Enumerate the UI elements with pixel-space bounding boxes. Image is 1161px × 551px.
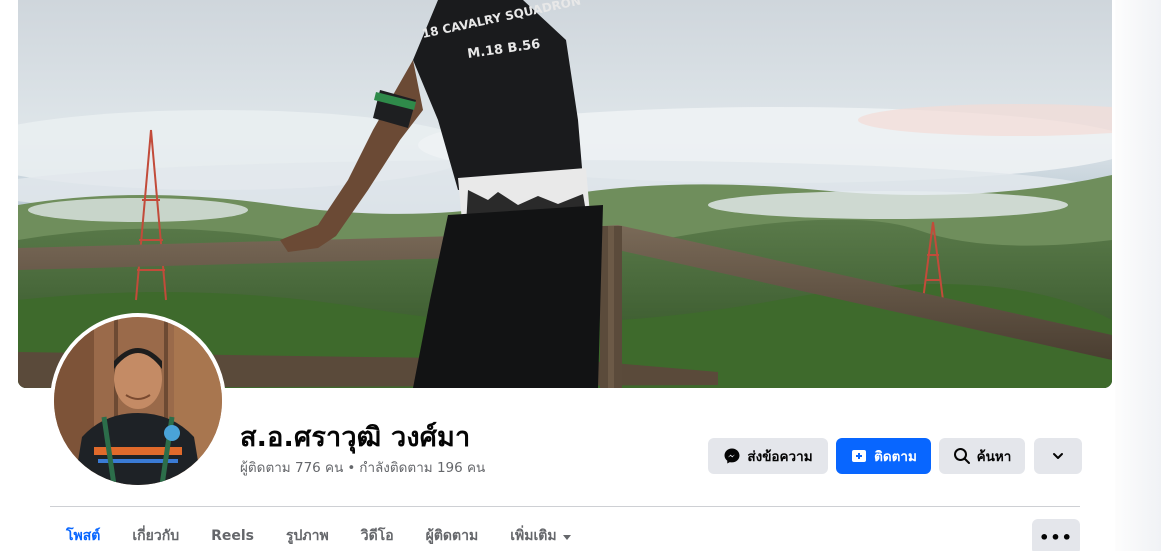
tab-photos-label: รูปภาพ bbox=[286, 528, 329, 544]
tab-followers-label: ผู้ติดตาม bbox=[425, 528, 479, 544]
followers-count-link[interactable]: ผู้ติดตาม 776 คน bbox=[240, 460, 343, 476]
tab-more[interactable]: เพิ่มเติม bbox=[494, 518, 586, 551]
tab-followers[interactable]: ผู้ติดตาม bbox=[410, 518, 495, 551]
more-options-button[interactable]: ••• bbox=[1032, 519, 1080, 551]
profile-dropdown-button[interactable] bbox=[1034, 438, 1082, 474]
tab-about[interactable]: เกี่ยวกับ bbox=[116, 518, 195, 551]
profile-avatar[interactable] bbox=[50, 313, 226, 489]
stats-separator: • bbox=[347, 460, 356, 476]
tab-videos[interactable]: วิดีโอ bbox=[345, 518, 410, 551]
search-button-label: ค้นหา bbox=[976, 449, 1012, 465]
profile-page: 18 CAVALRY SQUADRON M.18 B.56 ส.อ.ศราวุฒ… bbox=[0, 0, 1161, 551]
profile-name: ส.อ.ศราวุฒิ วงศ์มา bbox=[240, 422, 471, 453]
following-count-link[interactable]: กำลังติดตาม 196 คน bbox=[359, 460, 485, 476]
header-divider bbox=[50, 506, 1080, 507]
follow-plus-icon bbox=[850, 447, 868, 465]
tab-about-label: เกี่ยวกับ bbox=[132, 528, 180, 544]
tab-reels-label: Reels bbox=[211, 528, 254, 544]
tab-more-label: เพิ่มเติม bbox=[510, 528, 557, 544]
avatar-illustration bbox=[54, 317, 222, 485]
more-dots-icon: ••• bbox=[1039, 527, 1073, 547]
messenger-icon bbox=[723, 447, 741, 465]
message-button[interactable]: ส่งข้อความ bbox=[708, 438, 828, 474]
follow-button-label: ติดตาม bbox=[874, 449, 917, 465]
caret-down-icon bbox=[562, 534, 571, 540]
page-gutter bbox=[1115, 0, 1161, 551]
message-button-label: ส่งข้อความ bbox=[747, 449, 813, 465]
tab-photos[interactable]: รูปภาพ bbox=[270, 518, 345, 551]
tab-posts[interactable]: โพสต์ bbox=[50, 518, 116, 551]
search-icon bbox=[953, 447, 971, 465]
follow-button[interactable]: ติดตาม bbox=[836, 438, 931, 474]
search-button[interactable]: ค้นหา bbox=[939, 438, 1025, 474]
profile-tabs: โพสต์ เกี่ยวกับ Reels รูปภาพ วิดีโอ ผู้ต… bbox=[50, 518, 587, 551]
tab-posts-label: โพสต์ bbox=[66, 528, 101, 544]
profile-actions: ส่งข้อความ ติดตาม ค้นหา bbox=[708, 438, 1082, 474]
profile-stats: ผู้ติดตาม 776 คน • กำลังติดตาม 196 คน bbox=[240, 456, 485, 478]
chevron-down-icon bbox=[1049, 447, 1067, 465]
tab-videos-label: วิดีโอ bbox=[360, 528, 394, 544]
tab-reels[interactable]: Reels bbox=[195, 518, 270, 551]
